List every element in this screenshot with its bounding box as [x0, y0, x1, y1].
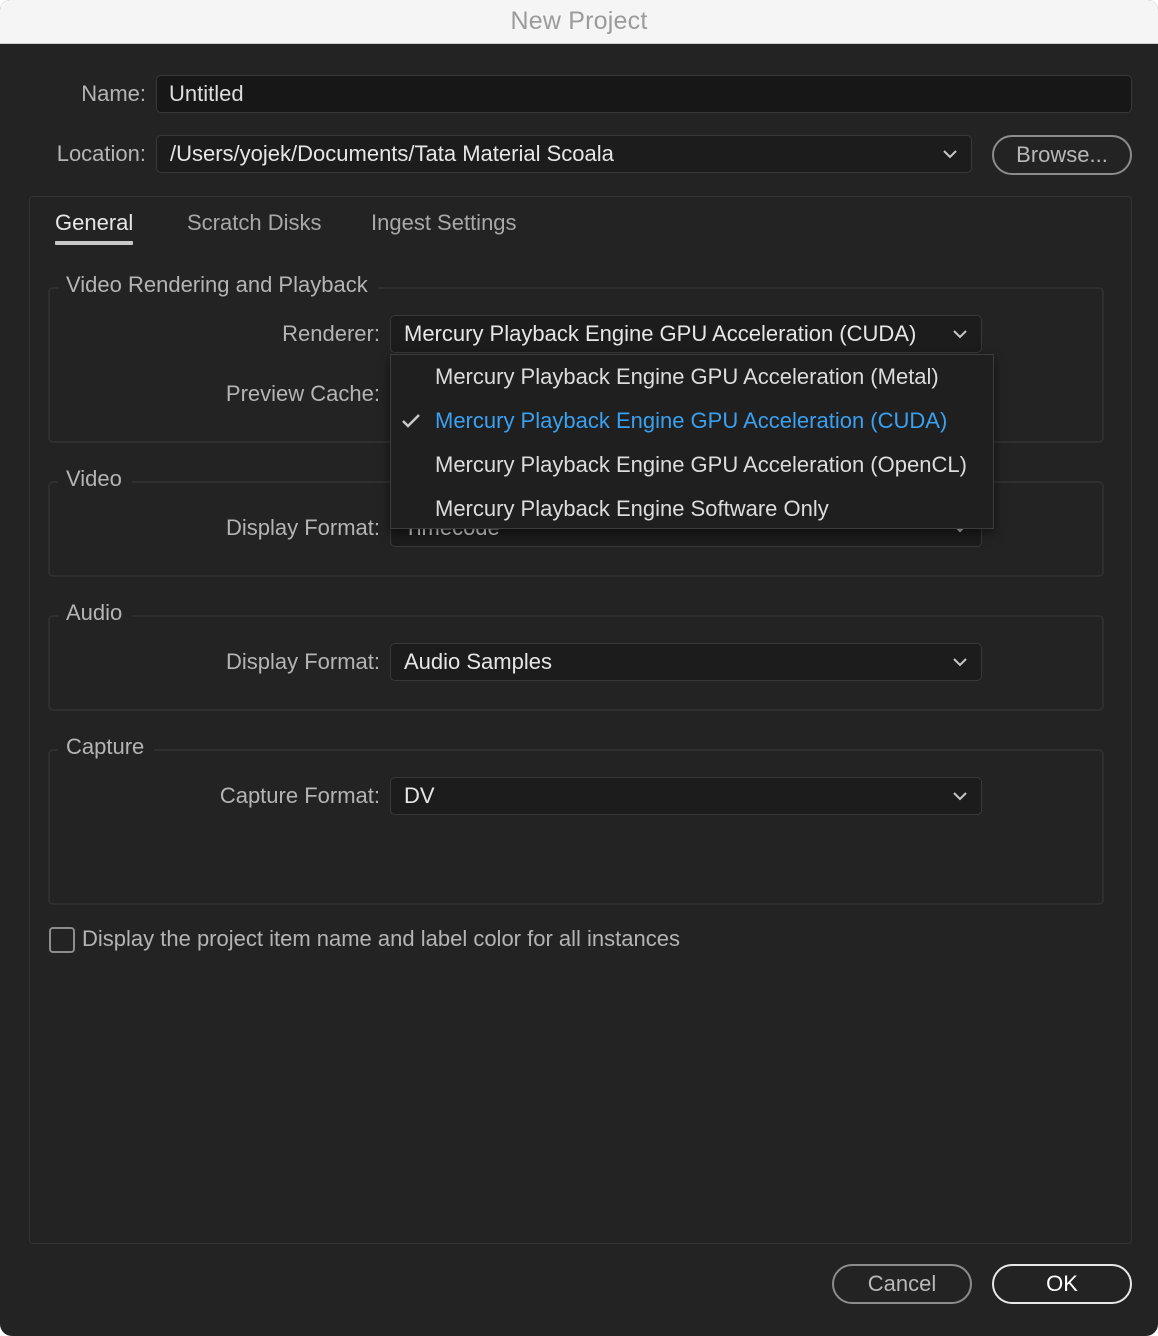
- capture-format-label: Capture Format:: [219, 783, 380, 808]
- chevron-down-icon: [953, 330, 967, 339]
- renderer-select[interactable]: Mercury Playback Engine GPU Acceleration…: [390, 315, 982, 353]
- window-title: New Project: [510, 7, 648, 35]
- renderer-label: Renderer:: [282, 321, 380, 346]
- chevron-down-icon: [953, 792, 967, 801]
- chevron-down-icon: [943, 150, 957, 159]
- checkmark-icon: [402, 414, 420, 428]
- video-title: Video: [58, 466, 132, 492]
- video-display-format-label: Display Format:: [225, 515, 380, 540]
- tab-general[interactable]: General: [55, 210, 133, 236]
- name-label: Name:: [81, 81, 146, 106]
- audio-display-format-value: Audio Samples: [404, 649, 552, 674]
- audio-display-format-label: Display Format:: [225, 649, 380, 674]
- location-select[interactable]: /Users/yojek/Documents/Tata Material Sco…: [156, 135, 972, 173]
- new-project-dialog: New Project Name: Untitled Location: /Us…: [0, 0, 1158, 1336]
- renderer-option-opencl[interactable]: Mercury Playback Engine GPU Acceleration…: [391, 443, 993, 487]
- renderer-option-software[interactable]: Mercury Playback Engine Software Only: [391, 487, 993, 531]
- active-tab-indicator: [55, 241, 133, 245]
- preview-cache-label: Preview Cache:: [225, 381, 380, 406]
- location-select-value: /Users/yojek/Documents/Tata Material Sco…: [170, 141, 614, 166]
- menu-item-label: Mercury Playback Engine GPU Acceleration…: [435, 452, 967, 477]
- menu-item-label: Mercury Playback Engine GPU Acceleration…: [435, 408, 948, 433]
- name-input[interactable]: Untitled: [156, 75, 1132, 113]
- capture-group: [48, 749, 1104, 905]
- title-bar[interactable]: New Project: [0, 0, 1158, 44]
- menu-item-label: Mercury Playback Engine GPU Acceleration…: [435, 364, 939, 389]
- renderer-dropdown-menu: Mercury Playback Engine GPU Acceleration…: [390, 354, 994, 529]
- tab-ingest-settings[interactable]: Ingest Settings: [371, 210, 517, 236]
- renderer-select-value: Mercury Playback Engine GPU Acceleration…: [404, 321, 917, 346]
- audio-display-format-select[interactable]: Audio Samples: [390, 643, 982, 681]
- audio-title: Audio: [58, 600, 133, 626]
- renderer-option-cuda[interactable]: Mercury Playback Engine GPU Acceleration…: [391, 399, 993, 443]
- capture-format-value: DV: [404, 783, 435, 808]
- location-label: Location:: [56, 141, 146, 166]
- chevron-down-icon: [953, 658, 967, 667]
- capture-format-select[interactable]: DV: [390, 777, 982, 815]
- tab-scratch-disks[interactable]: Scratch Disks: [187, 210, 321, 236]
- browse-button[interactable]: Browse...: [992, 135, 1132, 175]
- cancel-button[interactable]: Cancel: [832, 1264, 972, 1304]
- menu-item-label: Mercury Playback Engine Software Only: [435, 496, 829, 521]
- video-rendering-title: Video Rendering and Playback: [58, 272, 378, 298]
- capture-title: Capture: [58, 734, 155, 760]
- renderer-option-metal[interactable]: Mercury Playback Engine GPU Acceleration…: [391, 355, 993, 399]
- display-item-name-checkbox[interactable]: [49, 927, 75, 953]
- name-input-value: Untitled: [169, 81, 244, 106]
- ok-button[interactable]: OK: [992, 1264, 1132, 1304]
- display-item-name-label[interactable]: Display the project item name and label …: [82, 926, 680, 952]
